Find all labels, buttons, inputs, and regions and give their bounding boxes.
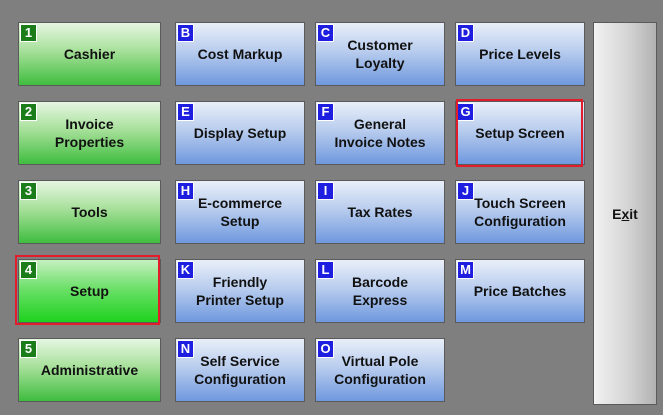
friendly-printer-setup-button[interactable]: K Friendly Printer Setup: [175, 259, 305, 323]
shortcut-badge: L: [317, 261, 334, 279]
button-label: Cost Markup: [197, 46, 283, 62]
customer-loyalty-button[interactable]: C Customer Loyalty: [315, 22, 445, 86]
button-label: General Invoice Notes: [334, 116, 426, 150]
shortcut-badge: C: [317, 24, 334, 42]
button-label: Touch Screen Configuration: [474, 195, 566, 229]
shortcut-badge: I: [317, 182, 334, 200]
shortcut-badge: K: [177, 261, 194, 279]
button-label: Exit: [608, 205, 642, 223]
button-label: Administrative: [40, 362, 139, 378]
button-label: Tools: [71, 204, 108, 220]
setup-button[interactable]: 4 Setup: [18, 259, 161, 323]
button-label: Display Setup: [193, 125, 287, 141]
shortcut-badge: B: [177, 24, 194, 42]
button-label: Friendly Printer Setup: [196, 274, 284, 308]
cost-markup-button[interactable]: B Cost Markup: [175, 22, 305, 86]
shortcut-badge: O: [317, 340, 334, 358]
shortcut-badge: 1: [20, 24, 37, 42]
shortcut-badge: G: [457, 103, 474, 121]
shortcut-badge: E: [177, 103, 194, 121]
shortcut-badge: 5: [20, 340, 37, 358]
setup-screen-button[interactable]: G Setup Screen: [455, 101, 585, 165]
button-label: Invoice Properties: [54, 116, 125, 150]
administrative-button[interactable]: 5 Administrative: [18, 338, 161, 402]
shortcut-badge: H: [177, 182, 194, 200]
cashier-button[interactable]: 1 Cashier: [18, 22, 161, 86]
exit-button[interactable]: Exit: [593, 22, 657, 405]
e-commerce-setup-button[interactable]: H E-commerce Setup: [175, 180, 305, 244]
invoice-properties-button[interactable]: 2 Invoice Properties: [18, 101, 161, 165]
button-label: Customer Loyalty: [347, 37, 413, 71]
shortcut-badge: F: [317, 103, 334, 121]
button-label: Setup: [70, 283, 109, 299]
button-label: Price Levels: [479, 46, 561, 62]
virtual-pole-configuration-button[interactable]: O Virtual Pole Configuration: [315, 338, 445, 402]
shortcut-badge: N: [177, 340, 194, 358]
button-label: Virtual Pole Configuration: [334, 353, 426, 387]
price-batches-button[interactable]: M Price Batches: [455, 259, 585, 323]
shortcut-badge: M: [457, 261, 474, 279]
touch-screen-configuration-button[interactable]: J Touch Screen Configuration: [455, 180, 585, 244]
button-label: E-commerce Setup: [197, 195, 283, 229]
exit-label-it: it: [629, 205, 638, 222]
button-label: Tax Rates: [347, 204, 413, 220]
button-label: Self Service Configuration: [194, 353, 286, 387]
display-setup-button[interactable]: E Display Setup: [175, 101, 305, 165]
self-service-configuration-button[interactable]: N Self Service Configuration: [175, 338, 305, 402]
tax-rates-button[interactable]: I Tax Rates: [315, 180, 445, 244]
shortcut-badge: 2: [20, 103, 37, 121]
button-label: Setup Screen: [475, 125, 565, 141]
general-invoice-notes-button[interactable]: F General Invoice Notes: [315, 101, 445, 165]
tools-button[interactable]: 3 Tools: [18, 180, 161, 244]
shortcut-badge: 3: [20, 182, 37, 200]
shortcut-badge: 4: [20, 261, 37, 279]
button-label: Price Batches: [473, 283, 567, 299]
shortcut-badge: J: [457, 182, 474, 200]
button-label: Cashier: [63, 46, 116, 62]
shortcut-badge: D: [457, 24, 474, 42]
barcode-express-button[interactable]: L Barcode Express: [315, 259, 445, 323]
button-label: Barcode Express: [351, 274, 409, 308]
price-levels-button[interactable]: D Price Levels: [455, 22, 585, 86]
